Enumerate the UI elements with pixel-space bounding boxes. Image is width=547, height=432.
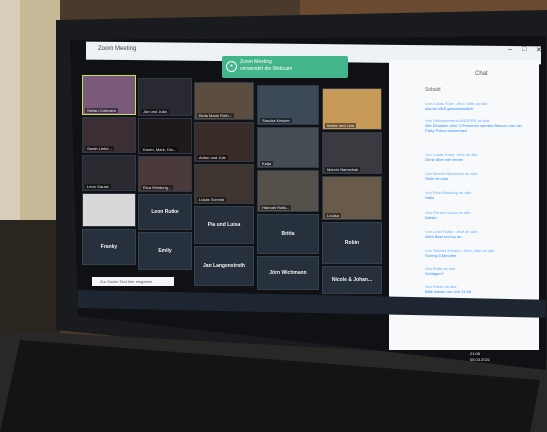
video-tile[interactable]: Rica Weldung...: [138, 156, 192, 192]
taskbar-search-input[interactable]: Zur Suche Text hier eingeben: [92, 277, 174, 286]
minimize-icon[interactable]: –: [508, 46, 512, 53]
chat-message: Von Robin an alle: Bitte wieder zur Uhr …: [425, 284, 472, 294]
chat-subtitle: Sobald: [425, 87, 441, 93]
name-tile[interactable]: Nicole & Johan...: [322, 266, 382, 294]
app-title: Zoom Meeting: [98, 46, 137, 52]
video-tile[interactable]: Anton und Jule: [194, 122, 254, 162]
video-tile[interactable]: Sarah Liebe...: [82, 117, 136, 153]
video-tile[interactable]: Lukas Schmid: [194, 164, 254, 204]
chat-message: Von Rica Weldung an alle: Hallo: [425, 190, 472, 200]
name-tile[interactable]: Pia und Luisa: [194, 206, 254, 244]
video-tile[interactable]: Sascha Kessler: [257, 85, 319, 125]
chat-message: Von Sascha Kessler: Jetzt, bitte an alle…: [425, 248, 496, 258]
taskbar-clock: 21:08: [470, 351, 481, 356]
name-tile[interactable]: Robin: [322, 222, 382, 264]
chat-message: Von Lukas Suse: Jetzt, bitte an alle: da…: [425, 101, 489, 111]
video-tile[interactable]: Meike und Lina: [322, 88, 382, 130]
name-tile[interactable]: Jan Langenstroth: [194, 246, 254, 286]
video-tile[interactable]: Karen, Mark, Dio...: [138, 118, 192, 154]
video-tile[interactable]: Bella Marie Roth...: [194, 82, 254, 120]
video-tile[interactable]: Marvin Narrschak: [322, 132, 382, 174]
video-tile[interactable]: Louisa: [322, 176, 382, 220]
video-tile[interactable]: Hannah Rolls...: [257, 170, 319, 212]
video-tile[interactable]: Leon Gauss: [82, 155, 136, 191]
name-tile[interactable]: Emily: [138, 232, 192, 270]
name-tile[interactable]: Britta: [257, 214, 319, 254]
video-tile[interactable]: [82, 193, 136, 227]
chat-message: Von Stellvertretend ANDERE an alle: Alle…: [425, 118, 523, 133]
taskbar-date: 05.03.2021: [470, 357, 491, 362]
chat-message: Von Pia und Luisa an alle: Danke: [425, 210, 472, 220]
video-tile[interactable]: Stefan Gutmann: [82, 75, 136, 115]
chat-title: Chat: [475, 71, 488, 77]
chat-message: Von Leon Rutke: Jetzt an alle: Alles Bes…: [425, 229, 479, 239]
close-icon[interactable]: ✕: [536, 46, 542, 54]
name-tile[interactable]: Leon Rutke: [138, 194, 192, 230]
video-tile[interactable]: Jan und Julia: [138, 78, 192, 116]
laptop-screen: Zoom Meeting – □ ✕ ● Zoom Meeting verwen…: [0, 0, 547, 432]
video-tile[interactable]: Katja: [257, 127, 319, 168]
chat-message: Von Marvin Nierschak an alle: Sehe ich k…: [425, 171, 478, 181]
name-tile[interactable]: Jörn Wichmann: [257, 256, 319, 290]
notification-title: Zoom Meeting: [240, 59, 272, 65]
maximize-icon[interactable]: □: [522, 46, 526, 53]
name-tile[interactable]: Franky: [82, 229, 136, 265]
chat-message: Von Britta an alle: Schlagen?: [425, 266, 457, 276]
chat-message: Von Lukas Suse: Jetzt an alle: Ohne Alte…: [425, 152, 479, 162]
